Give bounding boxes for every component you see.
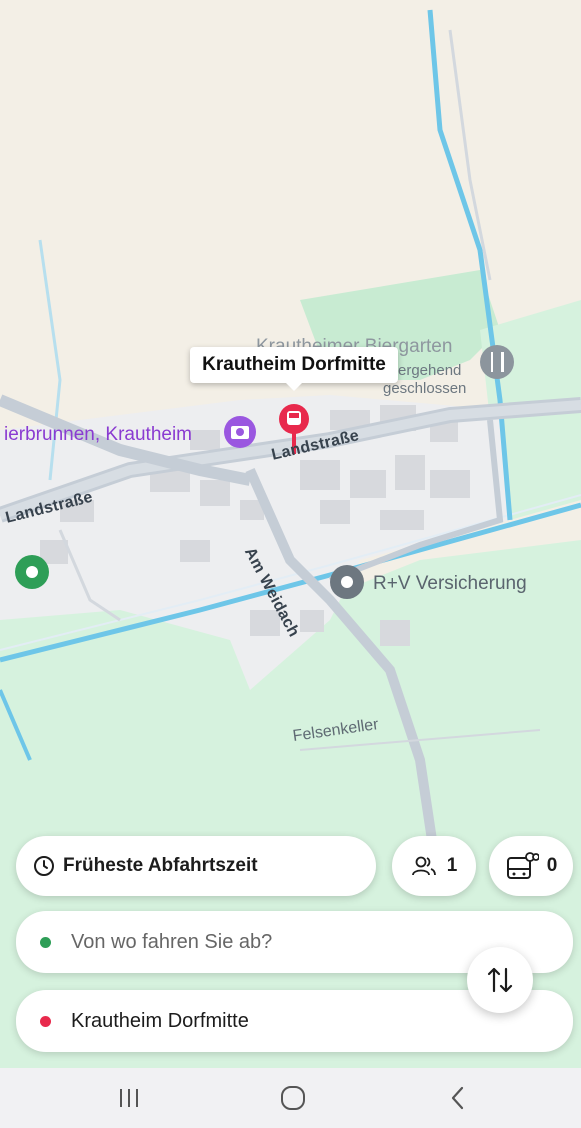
departure-time-label: Früheste Abfahrtszeit — [63, 855, 258, 876]
passengers-button[interactable]: 1 — [392, 836, 476, 896]
clock-icon — [33, 855, 55, 877]
system-navigation-bar — [0, 1068, 581, 1128]
restaurant-icon[interactable] — [480, 345, 514, 379]
home-icon — [279, 1084, 307, 1112]
poi-brunnen-label[interactable]: ierbrunnen, Krautheim — [4, 424, 192, 446]
swap-arrows-icon — [486, 965, 514, 995]
selected-stop-tooltip[interactable]: Krautheim Dorfmitte — [190, 347, 398, 391]
location-pin-icon[interactable] — [15, 555, 49, 589]
bus-bike-icon — [505, 849, 539, 883]
bikes-button[interactable]: 0 — [489, 836, 573, 896]
map-canvas — [0, 9, 581, 1068]
to-value: Krautheim Dorfmitte — [71, 1009, 249, 1032]
poi-biergarten-status-1: ergehend — [398, 362, 462, 379]
place-pin-icon[interactable] — [330, 565, 364, 599]
destination-dot-icon — [40, 1015, 51, 1027]
recent-apps-button[interactable] — [99, 1080, 159, 1116]
from-placeholder: Von wo fahren Sie ab? — [71, 930, 273, 953]
departure-time-button[interactable]: Früheste Abfahrtszeit — [16, 836, 376, 896]
origin-dot-icon — [40, 936, 51, 948]
back-icon — [448, 1085, 468, 1111]
map-view[interactable]: Krautheimer Biergarten ergehend geschlos… — [0, 0, 581, 1068]
bikes-count: 0 — [546, 855, 558, 876]
home-button[interactable] — [263, 1080, 323, 1116]
people-icon — [411, 855, 437, 877]
back-button[interactable] — [428, 1080, 488, 1116]
poi-versicherung-label[interactable]: R+V Versicherung — [373, 573, 527, 595]
swap-route-button[interactable] — [467, 947, 533, 1013]
app-screen: Krautheimer Biergarten ergehend geschlos… — [0, 0, 581, 1128]
camera-icon[interactable] — [224, 416, 256, 448]
recent-apps-icon — [116, 1086, 142, 1110]
passengers-count: 1 — [446, 855, 458, 876]
